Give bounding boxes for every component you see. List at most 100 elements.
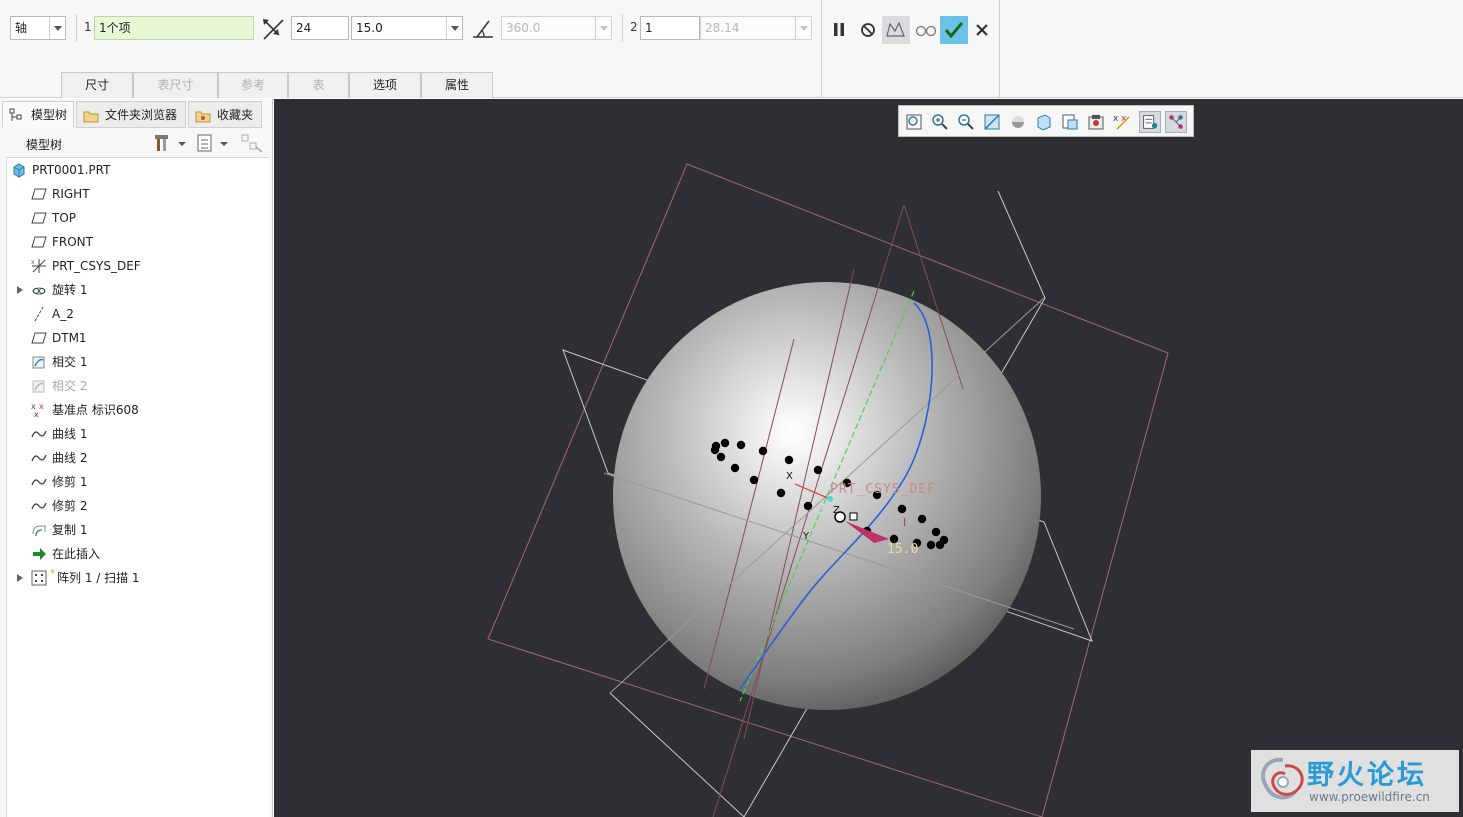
intersect-icon — [32, 356, 45, 369]
zoom-out-icon[interactable] — [955, 111, 977, 133]
pattern-point[interactable] — [917, 514, 927, 524]
verify-glasses-icon[interactable] — [912, 16, 940, 44]
tree-item-pattern[interactable]: * 阵列 1 / 扫描 1 — [7, 566, 257, 590]
refit-icon[interactable] — [903, 111, 925, 133]
angle-range-select[interactable]: 360.0 — [501, 16, 612, 40]
axis-reference-collector[interactable]: 1个项 — [94, 16, 254, 40]
tab-favorites[interactable]: 收藏夹 — [188, 101, 262, 128]
second-direction-count-input[interactable]: 1 — [640, 16, 700, 40]
tree-item-revolve[interactable]: 旋转 1 — [7, 278, 257, 302]
pattern-point[interactable] — [931, 527, 941, 537]
expand-arrow-icon[interactable] — [17, 574, 23, 582]
pause-icon[interactable] — [825, 16, 853, 44]
pattern-icon — [31, 570, 47, 586]
pattern-point[interactable] — [935, 540, 945, 550]
tree-item-part[interactable]: PRT0001.PRT — [7, 158, 257, 182]
tree-item-axis[interactable]: A_2 — [7, 302, 257, 326]
spin-center-icon[interactable] — [1165, 111, 1187, 133]
copy-icon — [32, 525, 46, 537]
tree-item-top[interactable]: TOP — [7, 206, 257, 230]
saved-orientations-icon[interactable] — [1033, 111, 1055, 133]
geometry-preview-icon[interactable] — [882, 16, 910, 44]
member-count-input[interactable]: 24 — [291, 16, 349, 40]
svg-text:x: x — [1113, 114, 1119, 124]
chevron-down-icon[interactable] — [49, 17, 65, 39]
tab-model-tree[interactable]: 模型树 — [2, 101, 74, 128]
cancel-x-icon[interactable] — [968, 16, 996, 44]
tree-item-intersect-2[interactable]: 相交 2 — [7, 374, 257, 398]
pattern-point[interactable] — [803, 501, 813, 511]
graphics-viewport[interactable]: PRT_CSYS_DEF 15.0 Y Z X I xx 野火论坛 www.pr… — [274, 99, 1463, 817]
dimension-handle-square[interactable] — [849, 512, 858, 521]
ok-checkmark-icon[interactable] — [940, 16, 968, 44]
curve-icon — [31, 502, 47, 510]
pattern-point[interactable] — [716, 452, 726, 462]
pattern-point[interactable] — [784, 455, 794, 465]
tree-item-label: RIGHT — [52, 187, 90, 201]
no-preview-icon[interactable] — [854, 16, 882, 44]
tree-item-curve-1[interactable]: 曲线 1 — [7, 422, 257, 446]
tree-item-copy[interactable]: 复制 1 — [7, 518, 257, 542]
datum-plane-icon — [31, 236, 47, 248]
tab-references[interactable]: 参考 — [218, 72, 288, 98]
tree-item-label: 曲线 2 — [52, 451, 88, 465]
zoom-in-icon[interactable] — [929, 111, 951, 133]
pattern-point[interactable] — [730, 463, 740, 473]
display-style-icon[interactable] — [1007, 111, 1029, 133]
annotation-display-icon[interactable] — [1139, 111, 1161, 133]
tree-item-front[interactable]: FRONT — [7, 230, 257, 254]
flip-direction-icon[interactable] — [259, 15, 287, 43]
datum-display-icon[interactable]: xx — [1111, 111, 1133, 133]
datum-plane-icon — [31, 212, 47, 224]
svg-text:x: x — [34, 410, 39, 418]
dimension-value[interactable]: 15.0 — [887, 542, 918, 557]
pattern-type-select[interactable]: 轴 — [10, 16, 66, 40]
divider — [622, 14, 623, 42]
divider — [999, 0, 1000, 98]
tab-table[interactable]: 表 — [288, 72, 349, 98]
chevron-down-icon[interactable] — [446, 17, 462, 39]
axis-label-x: X — [786, 471, 793, 482]
pattern-point[interactable] — [813, 465, 823, 475]
angle-range-value: 360.0 — [506, 21, 541, 35]
pattern-point[interactable] — [758, 446, 768, 456]
pattern-point[interactable] — [897, 504, 907, 514]
dir2-index: 2 — [630, 20, 638, 34]
tab-properties[interactable]: 属性 — [421, 72, 493, 98]
pattern-point[interactable] — [736, 440, 746, 450]
tree-filter-icon[interactable] — [240, 133, 264, 153]
favorites-folder-icon — [195, 111, 211, 123]
tree-item-intersect-1[interactable]: 相交 1 — [7, 350, 257, 374]
tree-item-curve-2[interactable]: 曲线 2 — [7, 446, 257, 470]
expand-arrow-icon[interactable] — [17, 286, 23, 294]
repaint-icon[interactable] — [981, 111, 1003, 133]
chevron-down-icon[interactable] — [795, 17, 811, 39]
tree-item-dtm1[interactable]: DTM1 — [7, 326, 257, 350]
tree-item-right[interactable]: RIGHT — [7, 182, 257, 206]
pattern-point[interactable] — [710, 445, 720, 455]
chevron-down-icon[interactable] — [595, 17, 611, 39]
tab-options[interactable]: 选项 — [349, 72, 421, 98]
tab-table-dimensions[interactable]: 表尺寸 — [133, 72, 218, 98]
show-options-icon[interactable] — [196, 133, 232, 153]
pattern-point[interactable] — [720, 438, 730, 448]
tab-dimensions[interactable]: 尺寸 — [61, 72, 133, 98]
tree-item-label: 基准点 标识608 — [52, 403, 139, 417]
perspective-icon[interactable] — [1085, 111, 1107, 133]
pattern-point[interactable] — [749, 475, 759, 485]
tab-folder-browser[interactable]: 文件夹浏览器 — [76, 101, 186, 128]
svg-text:x: x — [31, 259, 35, 266]
tree-item-datum-point[interactable]: x x x 基准点 标识608 — [7, 398, 257, 422]
angle-increment-select[interactable]: 15.0 — [351, 16, 463, 40]
pattern-point[interactable] — [776, 488, 786, 498]
insert-here-icon — [33, 548, 46, 560]
tree-settings-icon[interactable] — [154, 133, 188, 153]
second-direction-spacing-select[interactable]: 28.14 — [700, 16, 812, 40]
tree-item-trim-1[interactable]: 修剪 1 — [7, 470, 257, 494]
angle-range-icon[interactable] — [469, 15, 497, 43]
view-manager-icon[interactable] — [1059, 111, 1081, 133]
tree-item-csys[interactable]: x PRT_CSYS_DEF — [7, 254, 257, 278]
tree-item-insert-here[interactable]: 在此插入 — [7, 542, 257, 566]
tree-item-trim-2[interactable]: 修剪 2 — [7, 494, 257, 518]
pattern-point[interactable] — [926, 540, 936, 550]
